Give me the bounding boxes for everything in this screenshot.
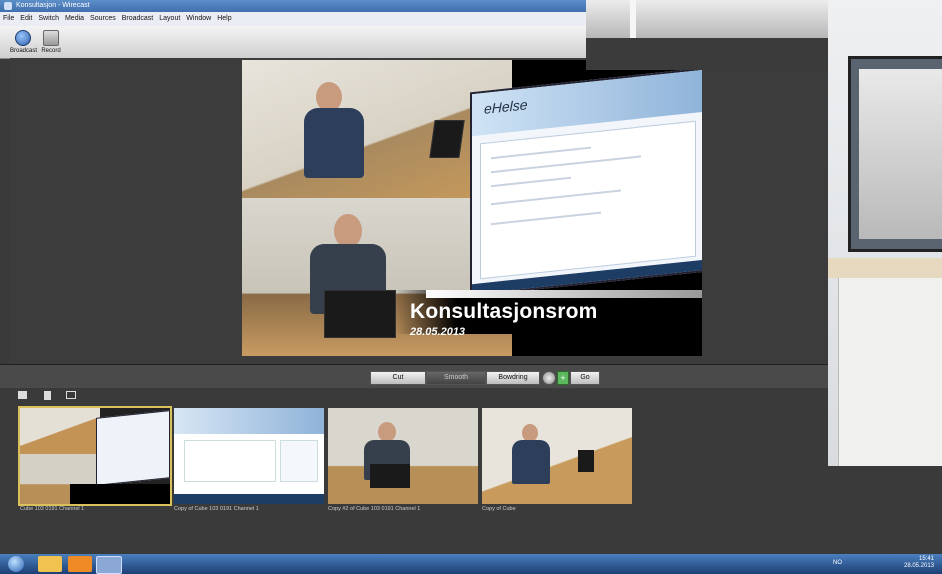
lower-third: Konsultasjonsrom 28.05.2013 xyxy=(396,290,702,338)
windows-taskbar: NO 15:41 28.05.2013 xyxy=(0,554,942,574)
broadcast-label: Broadcast xyxy=(10,48,38,54)
plus-icon[interactable]: + xyxy=(557,371,569,385)
start-button[interactable] xyxy=(8,556,24,572)
menu-layout[interactable]: Layout xyxy=(156,12,183,26)
monitor-icon[interactable] xyxy=(66,391,76,399)
shot-list: Cube 103 0191 Channel 1 Copy of Cube 103… xyxy=(0,404,828,544)
clock-date: 28.05.2013 xyxy=(904,563,935,569)
explorer-taskbar-icon[interactable] xyxy=(38,556,62,572)
wirecast-window: Konsultasjon - Wirecast File Edit Switch Me… xyxy=(0,0,942,554)
shot-thumbnail[interactable] xyxy=(328,408,478,504)
shot-thumbnail[interactable] xyxy=(174,408,324,504)
transition-bar: Cut Smooth Bowdring + Go xyxy=(0,364,828,389)
cut-button[interactable]: Cut xyxy=(370,371,426,385)
shot-label: Copy of Cube 103 0191 Channel 1 xyxy=(174,506,259,512)
clock-time: 15:41 xyxy=(918,556,934,562)
menu-broadcast[interactable]: Broadcast xyxy=(119,12,157,26)
app-icon xyxy=(4,2,12,10)
speed-icon[interactable] xyxy=(542,371,556,385)
language-indicator[interactable]: NO xyxy=(833,560,842,566)
bowdring-button[interactable]: Bowdring xyxy=(486,371,540,385)
lower-third-date: 28.05.2013 xyxy=(410,326,466,338)
lower-third-title: Konsultasjonsrom xyxy=(410,300,598,323)
live-preview[interactable]: eHelse Konsultasjonsrom 28.05.2013 xyxy=(242,60,702,356)
media-player-taskbar-icon[interactable] xyxy=(68,556,92,572)
broadcast-button[interactable]: Broadcast xyxy=(10,28,38,56)
background-photo-top xyxy=(586,0,832,70)
menu-help[interactable]: Help xyxy=(214,12,234,26)
menu-sources[interactable]: Sources xyxy=(87,12,119,26)
broadcast-icon xyxy=(15,30,31,46)
clock[interactable]: 15:41 28.05.2013 xyxy=(904,556,934,570)
laptop xyxy=(429,120,465,158)
menu-window[interactable]: Window xyxy=(183,12,214,26)
shot-label: Copy of Cube xyxy=(482,506,516,512)
monitor xyxy=(848,56,942,252)
screen-capture-overlay: eHelse xyxy=(470,67,702,297)
menu-switch[interactable]: Switch xyxy=(35,12,62,26)
laptop xyxy=(324,290,396,338)
record-icon xyxy=(43,30,59,46)
shot-label: Cube 103 0191 Channel 1 xyxy=(20,506,85,512)
smooth-button[interactable]: Smooth xyxy=(426,371,486,385)
record-label: Record xyxy=(41,48,61,54)
menu-edit[interactable]: Edit xyxy=(17,12,35,26)
wirecast-taskbar-icon[interactable] xyxy=(96,556,122,574)
menu-file[interactable]: File xyxy=(0,12,17,26)
shot-thumbnail[interactable] xyxy=(18,406,172,506)
record-button[interactable]: Record xyxy=(38,28,64,56)
document-icon[interactable] xyxy=(44,391,51,400)
shot-tools xyxy=(0,388,828,404)
shot-label: Copy #2 of Cube 103 0191 Channel 1 xyxy=(328,506,421,512)
shot-thumbnail[interactable] xyxy=(482,408,632,504)
go-button[interactable]: Go xyxy=(570,371,600,385)
menu-media[interactable]: Media xyxy=(62,12,87,26)
camera-icon[interactable] xyxy=(18,391,27,399)
window-title: Konsultasjon - Wirecast xyxy=(16,2,90,9)
background-photo-right xyxy=(828,0,942,466)
